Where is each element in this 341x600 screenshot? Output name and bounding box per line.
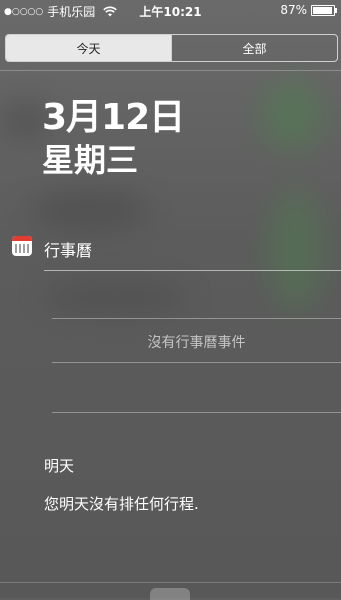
calendar-icon-header bbox=[12, 236, 32, 241]
divider bbox=[44, 270, 341, 271]
close-handle[interactable] bbox=[150, 588, 190, 600]
background-blur bbox=[40, 280, 190, 315]
divider bbox=[0, 582, 341, 583]
status-right: 87% bbox=[280, 3, 337, 17]
today-weekday: 星期三 bbox=[42, 141, 139, 179]
divider bbox=[52, 362, 341, 363]
tomorrow-heading: 明天 bbox=[44, 457, 75, 475]
tab-all[interactable]: 全部 bbox=[171, 35, 337, 61]
divider bbox=[52, 318, 341, 319]
calendar-section-title[interactable]: 行事曆 bbox=[44, 237, 92, 261]
today-date: 3月12日 bbox=[42, 97, 185, 138]
view-segmented-control: 今天 全部 bbox=[5, 34, 338, 62]
battery-percent: 87% bbox=[280, 3, 307, 17]
calendar-icon bbox=[12, 236, 32, 256]
tomorrow-summary: 您明天沒有排任何行程. bbox=[44, 495, 199, 513]
tab-today[interactable]: 今天 bbox=[6, 35, 171, 61]
calendar-icon-grid bbox=[15, 244, 29, 253]
divider bbox=[52, 412, 341, 413]
battery-fill bbox=[313, 6, 333, 14]
background-blur bbox=[268, 190, 323, 310]
divider bbox=[0, 70, 341, 71]
status-bar: ●○○○○ 手机乐园 上午10:21 87% bbox=[0, 0, 341, 22]
background-blur bbox=[262, 80, 322, 150]
background-blur bbox=[30, 190, 150, 230]
battery-icon bbox=[311, 4, 337, 16]
no-events-message: 沒有行事曆事件 bbox=[147, 335, 246, 351]
